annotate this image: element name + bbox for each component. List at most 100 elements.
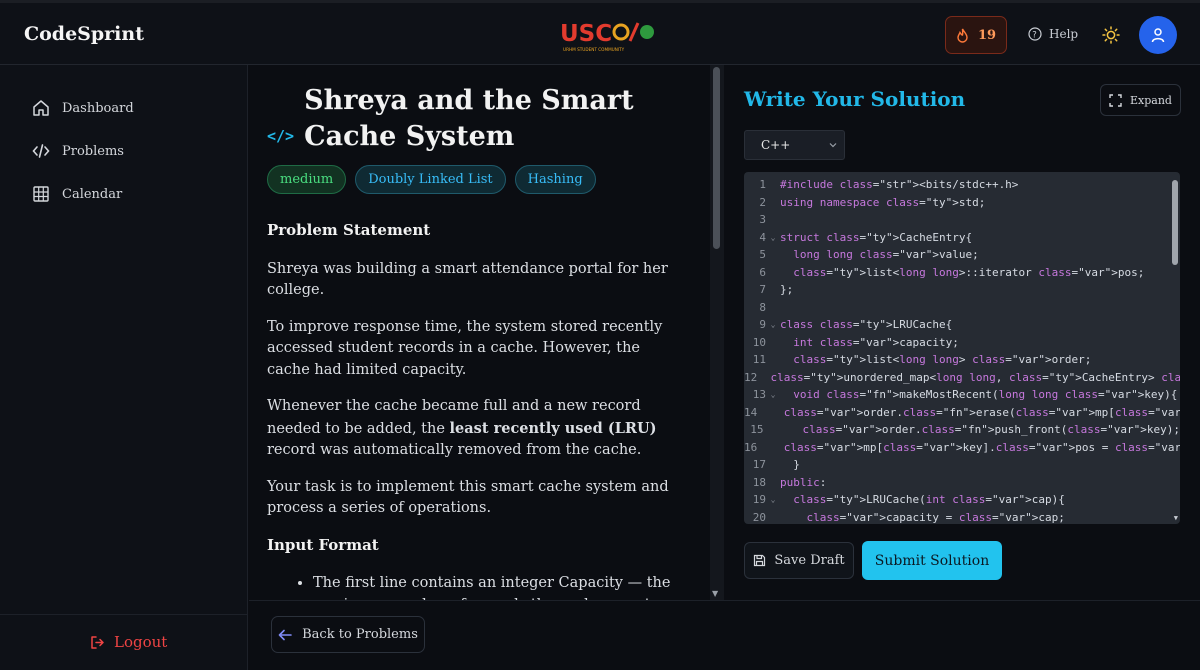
chevron-down-icon: [829, 143, 837, 148]
top-bar: CodeSprint USC URHM STUDENT COMMUNITY 19…: [0, 0, 1200, 65]
code-line[interactable]: 1 #include class="str"><bits/stdc++.h>: [744, 176, 1180, 194]
code-line[interactable]: 2 using namespace class="ty">std;: [744, 194, 1180, 212]
scroll-down-icon[interactable]: ▼: [712, 589, 718, 598]
line-number: 15: [750, 423, 764, 437]
line-number: 18: [752, 475, 766, 489]
problem-header: </> Shreya and the Smart Cache System: [267, 83, 684, 155]
line-number: 8: [759, 300, 766, 314]
code-line[interactable]: 20 class="var">capacity = class="var">ca…: [744, 509, 1180, 525]
save-icon: [754, 554, 766, 567]
code-text: class="ty">list<long long> class="var">o…: [793, 353, 1092, 367]
code-line[interactable]: 4 ⌄ struct class="ty">CacheEntry{: [744, 229, 1180, 247]
line-number: 14: [744, 405, 758, 419]
sidebar-item-problems[interactable]: Problems: [32, 142, 124, 160]
scroll-down-icon[interactable]: ▼: [1174, 514, 1178, 522]
tag-list: medium Doubly Linked List Hashing: [267, 165, 596, 194]
code-icon: [32, 144, 50, 158]
code-line[interactable]: 11 class="ty">list<long long> class="var…: [744, 351, 1180, 369]
sidebar-item-label: Calendar: [62, 186, 123, 202]
line-number: 17: [752, 458, 766, 472]
user-icon: [1151, 28, 1165, 43]
logout-icon: [91, 635, 104, 649]
code-line[interactable]: 14 class="var">order.class="fn">erase(cl…: [744, 404, 1180, 422]
editor-title: Write Your Solution: [744, 87, 966, 111]
fold-chevron-icon[interactable]: ⌄: [766, 320, 780, 329]
code-line[interactable]: 10 int class="var">capacity;: [744, 334, 1180, 352]
fold-chevron-icon[interactable]: ⌄: [766, 390, 780, 399]
sidebar-item-label: Problems: [62, 143, 124, 159]
sidebar-item-calendar[interactable]: Calendar: [32, 185, 122, 203]
line-number: 6: [759, 265, 766, 279]
line-number: 11: [752, 353, 766, 367]
difficulty-badge: medium: [267, 165, 347, 194]
code-line[interactable]: 17 }: [744, 456, 1180, 474]
code-line[interactable]: 8: [744, 299, 1180, 317]
code-line[interactable]: 19 ⌄ class="ty">LRUCache(int class="var">…: [744, 491, 1180, 509]
code-text: }: [780, 458, 800, 472]
back-button[interactable]: Back to Problems: [271, 616, 425, 653]
code-text: class="ty">list<long long>::iterator cla…: [793, 265, 1145, 279]
fold-chevron-icon[interactable]: ⌄: [766, 233, 780, 242]
line-number: 19: [752, 493, 766, 507]
code-text: class="ty">unordered_map<long long, clas…: [770, 370, 1181, 384]
line-number: 12: [744, 370, 758, 384]
topic-tag[interactable]: Doubly Linked List: [355, 165, 506, 194]
brand-title[interactable]: CodeSprint: [24, 23, 144, 45]
code-line[interactable]: 13 ⌄ void class="fn">makeMostRecent(long …: [744, 386, 1180, 404]
line-number: 1: [759, 178, 766, 192]
line-number: 4: [759, 230, 766, 244]
streak-badge[interactable]: 19: [945, 16, 1007, 54]
editor-pane: Write Your Solution Expand C++ 1 #include…: [724, 65, 1200, 600]
code-text: class class="ty">LRUCache{: [780, 318, 953, 332]
svg-text:URHM STUDENT COMMUNITY: URHM STUDENT COMMUNITY: [563, 47, 625, 52]
help-link[interactable]: ? Help: [1028, 27, 1078, 41]
code-line[interactable]: 15 class="var">order.class="fn">push_fro…: [744, 421, 1180, 439]
code-text: long long class="var">value;: [793, 248, 979, 262]
language-value: C++: [761, 138, 791, 152]
code-line[interactable]: 12 class="ty">unordered_map<long long, c…: [744, 369, 1180, 387]
code-line[interactable]: 3: [744, 211, 1180, 229]
code-text: };: [780, 283, 794, 297]
code-line[interactable]: 7};: [744, 281, 1180, 299]
fire-icon: [957, 28, 968, 43]
avatar[interactable]: [1139, 16, 1177, 54]
logout-label: Logout: [114, 633, 168, 651]
sun-icon[interactable]: [1102, 26, 1120, 44]
expand-button[interactable]: Expand: [1100, 84, 1181, 116]
sidebar: Dashboard Problems Calendar Logout: [0, 65, 248, 670]
line-number: 13: [752, 388, 766, 402]
arrow-left-icon: [278, 629, 292, 640]
language-select[interactable]: C++: [744, 130, 845, 160]
editor-scrollbar-thumb[interactable]: [1172, 180, 1178, 265]
code-text: class="var">order.class="fn">erase(class…: [783, 405, 1180, 419]
problem-scrollbar[interactable]: ▼: [710, 65, 724, 600]
problem-body: Problem Statement Shreya was building a …: [267, 220, 687, 600]
list-item: The first line contains an integer Capac…: [313, 573, 687, 600]
scrollbar-thumb[interactable]: [713, 67, 720, 249]
code-editor[interactable]: 1 #include class="str"><bits/stdc++.h> 2 us…: [744, 172, 1180, 524]
line-number: 2: [759, 195, 766, 209]
code-text: class="var">order.class="fn">push_front(…: [802, 423, 1180, 437]
save-label: Save Draft: [774, 553, 845, 568]
section-heading: Problem Statement: [267, 221, 431, 239]
code-text: class="ty">LRUCache(int class="var">cap)…: [793, 493, 1065, 507]
code-line[interactable]: 18 public:: [744, 474, 1180, 492]
save-draft-button[interactable]: Save Draft: [744, 542, 854, 579]
code-brackets-icon: </>: [267, 127, 295, 145]
code-text: class="var">mp[class="var">key].class="v…: [783, 440, 1180, 454]
submit-button[interactable]: Submit Solution: [862, 541, 1002, 580]
code-line[interactable]: 6 class="ty">list<long long>::iterator c…: [744, 264, 1180, 282]
code-text: #include class="str"><bits/stdc++.h>: [780, 178, 1019, 192]
sidebar-item-dashboard[interactable]: Dashboard: [32, 99, 134, 117]
help-icon: ?: [1028, 27, 1042, 41]
line-number: 16: [744, 440, 758, 454]
logout-button[interactable]: Logout: [90, 633, 167, 651]
line-number: 3: [759, 213, 766, 227]
topic-tag[interactable]: Hashing: [514, 165, 596, 194]
code-line[interactable]: 9 ⌄ class class="ty">LRUCache{: [744, 316, 1180, 334]
paragraph: Shreya was building a smart attendance p…: [267, 260, 668, 299]
fold-chevron-icon[interactable]: ⌄: [766, 495, 780, 504]
code-text: struct class="ty">CacheEntry{: [780, 230, 973, 244]
code-line[interactable]: 16 class="var">mp[class="var">key].class…: [744, 439, 1180, 457]
code-line[interactable]: 5 long long class="var">value;: [744, 246, 1180, 264]
